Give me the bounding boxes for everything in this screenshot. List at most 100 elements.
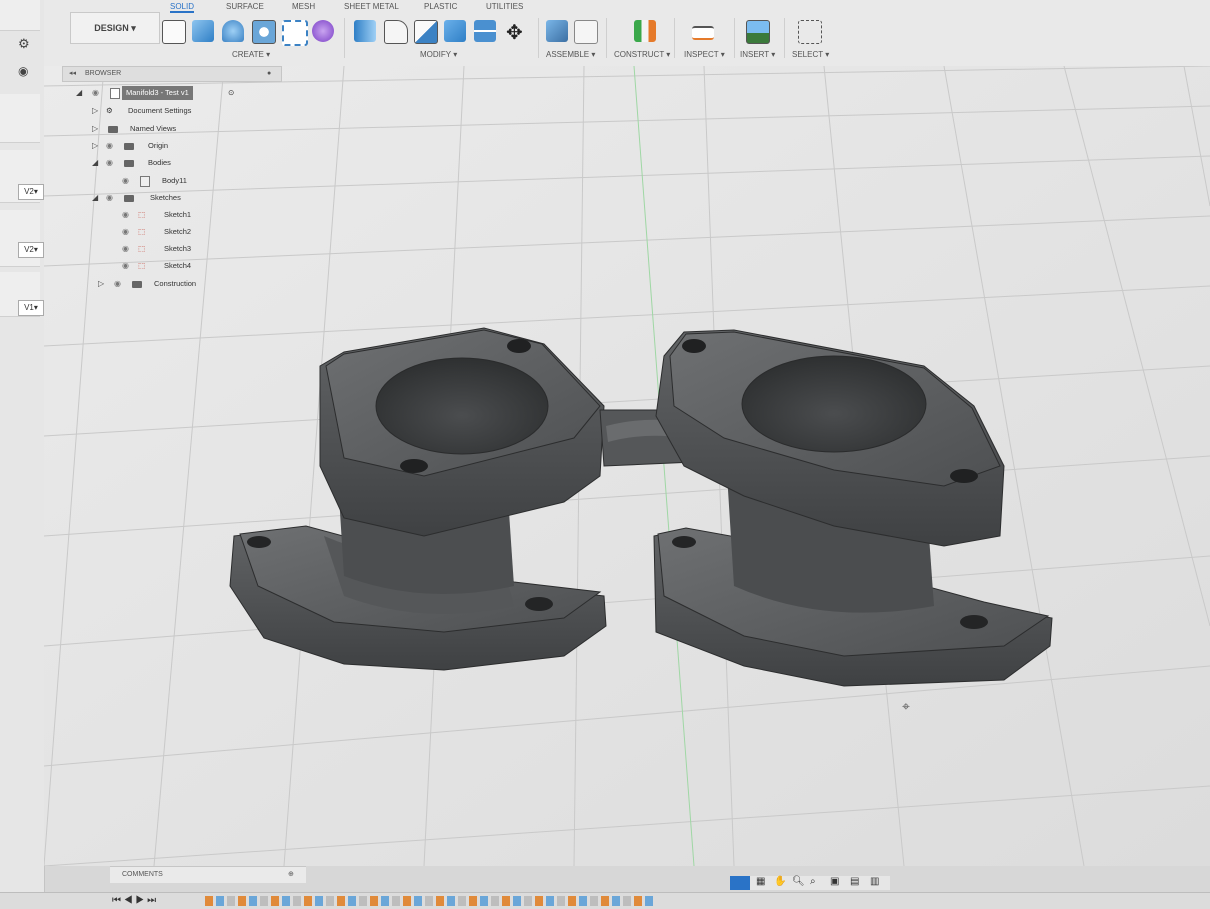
tab-mesh[interactable]: MESH <box>292 2 315 11</box>
globe-icon[interactable]: ◉ <box>18 64 28 78</box>
eye-icon[interactable]: ◉ <box>106 156 113 170</box>
expand-triangle-icon[interactable]: ▷ <box>92 139 98 153</box>
comments-label: COMMENTS <box>122 871 163 878</box>
sketch-icon: ⬚ <box>138 261 146 270</box>
look-at-icon[interactable]: ▦ <box>756 876 765 887</box>
fusion-app: ⚙ ◉ V2▾ V2▾ V1▾ DESIGN ▾ SOLID SURFACE M… <box>0 0 1210 909</box>
expand-triangle-icon[interactable]: ▷ <box>98 277 104 291</box>
activate-icon[interactable]: ⊙ <box>228 86 234 100</box>
item-label: Sketch4 <box>164 261 192 270</box>
fillet-icon[interactable] <box>384 20 408 44</box>
press-pull-icon[interactable] <box>354 20 376 42</box>
insert-image-icon[interactable] <box>746 20 770 44</box>
split-icon[interactable] <box>474 20 496 42</box>
item-label: Bodies <box>148 158 171 167</box>
eye-icon[interactable]: ◉ <box>106 139 113 153</box>
construct-menu[interactable]: CONSTRUCT ▾ <box>614 50 670 59</box>
eye-icon[interactable]: ◉ <box>122 225 129 239</box>
collapse-triangle-icon[interactable]: ◢ <box>92 156 98 170</box>
pan-icon[interactable]: ✋ <box>774 876 786 887</box>
orbit-icon[interactable] <box>730 876 750 890</box>
version-badge[interactable]: V2▾ <box>18 242 44 258</box>
item-label: Body11 <box>162 176 187 185</box>
grid-icon[interactable]: ▤ <box>850 876 859 887</box>
joint-icon[interactable] <box>574 20 598 44</box>
collapse-icon[interactable]: ◂◂ <box>69 67 76 81</box>
eye-icon[interactable]: ◉ <box>92 86 99 100</box>
gear-icon[interactable]: ⚙ <box>18 36 30 52</box>
insert-menu[interactable]: INSERT ▾ <box>740 50 775 59</box>
create-menu[interactable]: CREATE ▾ <box>232 50 270 59</box>
tab-utilities[interactable]: UTILITIES <box>486 2 523 11</box>
root-label[interactable]: Manifold3 - Test v1 <box>122 86 193 100</box>
version-badge[interactable]: V1▾ <box>18 300 44 316</box>
timeline-controls[interactable]: ⏮ ◀ ▶ ⏭ <box>112 895 156 906</box>
divider <box>784 18 785 58</box>
measure-icon[interactable] <box>692 26 714 40</box>
divider <box>734 18 735 58</box>
item-label: Origin <box>148 141 169 150</box>
form-icon[interactable] <box>312 20 334 42</box>
timeline-features[interactable] <box>205 896 655 906</box>
folder-icon <box>124 156 134 172</box>
assemble-menu[interactable]: ASSEMBLE ▾ <box>546 50 595 59</box>
hole-icon[interactable] <box>252 20 276 44</box>
browser-root[interactable]: ◢ ◉ Manifold3 - Test v1 ⊙ <box>76 86 280 100</box>
sketch-icon: ⬚ <box>138 227 146 236</box>
shell-icon[interactable] <box>444 20 466 42</box>
divider <box>344 18 345 58</box>
tab-surface[interactable]: SURFACE <box>226 2 264 11</box>
folder-icon <box>124 139 134 155</box>
move-icon[interactable]: ✥ <box>506 20 523 45</box>
select-menu[interactable]: SELECT ▾ <box>792 50 829 59</box>
browser-close-icon[interactable]: ● <box>267 67 271 81</box>
tab-solid[interactable]: SOLID <box>170 2 195 13</box>
chamfer-icon[interactable] <box>414 20 438 44</box>
collapse-triangle-icon[interactable]: ◢ <box>76 86 82 100</box>
browser-header: ◂◂ BROWSER ● <box>62 66 282 82</box>
viewport-icon[interactable]: ▥ <box>870 876 879 887</box>
sketch-icon: ⬚ <box>138 210 146 219</box>
data-panel-block <box>0 94 40 143</box>
eye-icon[interactable]: ◉ <box>122 259 129 273</box>
eye-icon[interactable]: ◉ <box>114 277 121 291</box>
browser-title: BROWSER <box>85 70 122 77</box>
display-icon[interactable]: ▣ <box>830 876 839 887</box>
expand-triangle-icon[interactable]: ▷ <box>92 104 98 118</box>
gear-icon: ⚙ <box>106 106 113 115</box>
eye-icon[interactable]: ◉ <box>122 242 129 256</box>
inspect-menu[interactable]: INSPECT ▾ <box>684 50 725 59</box>
revolve-icon[interactable] <box>222 20 244 42</box>
item-label: Sketch1 <box>164 210 192 219</box>
fit-icon[interactable]: ⌕ <box>810 876 816 887</box>
select-icon[interactable] <box>798 20 822 44</box>
extrude-icon[interactable] <box>192 20 214 42</box>
navigation-bar: ▦ ✋ 🔍︎ ⌕ ▣ ▤ ▥ <box>730 876 890 890</box>
version-badge[interactable]: V2▾ <box>18 184 44 200</box>
document-icon <box>110 88 120 99</box>
new-component-icon[interactable] <box>546 20 568 42</box>
eye-icon[interactable]: ◉ <box>106 191 113 205</box>
zoom-icon[interactable]: 🔍︎ <box>792 876 805 887</box>
sketch-icon: ⬚ <box>138 244 146 253</box>
item-label: Named Views <box>130 124 177 133</box>
item-label: Sketches <box>150 193 181 202</box>
eye-icon[interactable]: ◉ <box>122 174 129 188</box>
workspace-switcher[interactable]: DESIGN ▾ <box>70 12 160 44</box>
comments-panel[interactable]: COMMENTS ⊕ <box>110 866 306 883</box>
expand-triangle-icon[interactable]: ▷ <box>92 122 98 136</box>
orbit-cursor-icon: ⌖ <box>902 698 910 714</box>
item-label: Document Settings <box>128 106 192 115</box>
eye-icon[interactable]: ◉ <box>122 208 129 222</box>
tab-sheet-metal[interactable]: SHEET METAL <box>344 2 399 11</box>
pattern-icon[interactable] <box>282 20 308 46</box>
body-icon <box>140 176 150 187</box>
comments-add-icon[interactable]: ⊕ <box>288 867 294 883</box>
timeline: ⏮ ◀ ▶ ⏭ <box>0 892 1210 909</box>
create-sketch-icon[interactable] <box>162 20 186 44</box>
tab-plastic[interactable]: PLASTIC <box>424 2 457 11</box>
modify-menu[interactable]: MODIFY ▾ <box>420 50 457 59</box>
offset-plane-icon[interactable] <box>634 20 656 42</box>
collapse-triangle-icon[interactable]: ◢ <box>92 191 98 205</box>
folder-icon <box>108 122 118 138</box>
